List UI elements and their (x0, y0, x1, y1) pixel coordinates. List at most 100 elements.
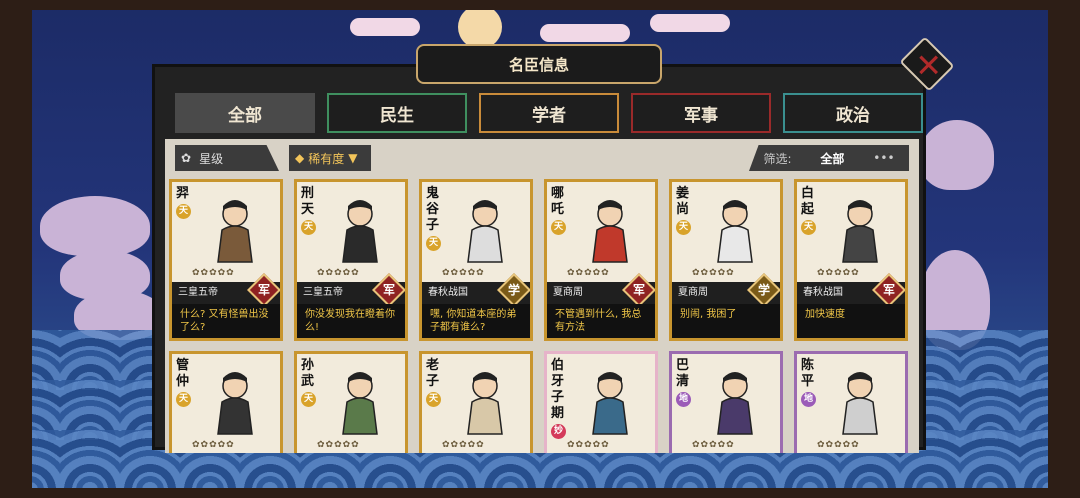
filter-value: 全部 (820, 151, 845, 166)
star-rating: ✿✿✿✿✿ (442, 268, 485, 278)
category-tabs: 全部 民生 学者 军事 政治 (175, 93, 923, 133)
minister-quote: 嘿, 你知道本座的弟子都有谁么? (422, 304, 530, 338)
minister-portrait (342, 200, 378, 263)
tab-livelihood[interactable]: 民生 (327, 93, 467, 133)
minister-name-text: 姜尚 (676, 186, 690, 217)
minister-card[interactable]: 伯牙子期妙 ✿✿✿✿✿ (544, 351, 658, 453)
minister-card[interactable]: 孙武天 ✿✿✿✿✿ (294, 351, 408, 453)
minister-name-text: 陈平 (801, 358, 815, 389)
minister-name: 伯牙子期妙 (551, 358, 567, 439)
star-rating: ✿✿✿✿✿ (817, 440, 860, 450)
floating-island[interactable] (920, 120, 994, 190)
ministers-panel: 全部 民生 学者 军事 政治 ✿ 星级 ◆ 稀有度 ▼ 筛选: 全部 ••• 羿天 ✿✿✿… (152, 64, 926, 453)
minister-quote: 什么? 又有怪兽出没了么? (172, 304, 280, 338)
minister-name-text: 鬼谷子 (426, 186, 440, 233)
minister-name-text: 巴清 (676, 358, 690, 389)
cloud (540, 24, 630, 42)
star-rating: ✿✿✿✿✿ (192, 440, 235, 450)
minister-name: 陈平地 (801, 358, 817, 407)
sort-rarity-button[interactable]: ◆ 稀有度 ▼ (289, 145, 371, 171)
minister-card[interactable]: 陈平地 ✿✿✿✿✿ (794, 351, 908, 453)
type-badge-text: 军 (257, 283, 270, 297)
minister-name-text: 哪吒 (551, 186, 565, 217)
minister-portrait (217, 372, 253, 435)
rank-badge: 天 (301, 220, 316, 235)
star-rating: ✿✿✿✿✿ (442, 440, 485, 450)
tab-politics[interactable]: 政治 (783, 93, 923, 133)
minister-portrait (467, 372, 503, 435)
minister-name: 姜尚天 (676, 186, 692, 235)
tab-scholar[interactable]: 学者 (479, 93, 619, 133)
minister-name: 哪吒天 (551, 186, 567, 235)
minister-portrait (467, 200, 503, 263)
minister-name: 鬼谷子天 (426, 186, 442, 251)
minister-card[interactable]: 巴清地 ✿✿✿✿✿ (669, 351, 783, 453)
star-rating: ✿✿✿✿✿ (567, 268, 610, 278)
sort-rarity-label: 稀有度 (308, 151, 345, 166)
star-rating: ✿✿✿✿✿ (192, 268, 235, 278)
minister-quote: 加快速度 (797, 304, 905, 338)
minister-name-text: 老子 (426, 358, 440, 389)
rank-badge: 地 (676, 392, 691, 407)
rank-badge: 天 (176, 204, 191, 219)
star-rating: ✿✿✿✿✿ (317, 268, 360, 278)
rank-badge: 天 (551, 220, 566, 235)
moon (458, 5, 502, 49)
sort-star-button[interactable]: ✿ 星级 (175, 145, 279, 171)
type-badge-text: 学 (757, 283, 770, 297)
minister-name-text: 管仲 (176, 358, 190, 389)
minister-name-text: 刑天 (301, 186, 315, 217)
chevron-down-icon: ▼ (348, 151, 358, 165)
minister-card[interactable]: 羿天 ✿✿✿✿✿ 三皇五帝 军 什么? 又有怪兽出没了么? (169, 179, 283, 341)
minister-portrait (592, 372, 628, 435)
type-badge-text: 军 (882, 283, 895, 297)
window-title-text: 名臣信息 (508, 55, 569, 74)
minister-portrait (217, 200, 253, 263)
type-badge-text: 军 (632, 283, 645, 297)
minister-portrait (342, 372, 378, 435)
minister-name: 孙武天 (301, 358, 317, 407)
cloud (650, 14, 730, 32)
tab-military[interactable]: 军事 (631, 93, 771, 133)
minister-card[interactable]: 老子天 ✿✿✿✿✿ (419, 351, 533, 453)
sort-star-label: 星级 (199, 151, 224, 166)
close-button[interactable]: ✕ (898, 36, 958, 92)
side-menu-button[interactable]: ◐ (0, 218, 32, 268)
rank-badge: 妙 (551, 424, 566, 439)
minister-card[interactable]: 白起天 ✿✿✿✿✿ 春秋战国 军 加快速度 (794, 179, 908, 341)
star-rating: ✿✿✿✿✿ (567, 440, 610, 450)
rank-badge: 天 (801, 220, 816, 235)
minister-quote: 你没发现我在瞪着你么! (297, 304, 405, 338)
minister-name: 刑天天 (301, 186, 317, 235)
minister-name-text: 孙武 (301, 358, 315, 389)
window-title: 名臣信息 (416, 44, 662, 84)
more-icon[interactable]: ••• (873, 151, 894, 165)
star-rating: ✿✿✿✿✿ (317, 440, 360, 450)
rank-badge: 地 (801, 392, 816, 407)
minister-quote: 别闹, 我困了 (672, 304, 780, 338)
minister-card[interactable]: 哪吒天 ✿✿✿✿✿ 夏商周 军 不管遇到什么, 我总有方法 (544, 179, 658, 341)
minister-card[interactable]: 鬼谷子天 ✿✿✿✿✿ 春秋战国 学 嘿, 你知道本座的弟子都有谁么? (419, 179, 533, 341)
minister-name: 羿天 (176, 186, 192, 219)
minister-portrait (592, 200, 628, 263)
minister-name-text: 羿 (176, 186, 190, 201)
rank-badge: 天 (676, 220, 691, 235)
star-rating: ✿✿✿✿✿ (692, 440, 735, 450)
floating-island[interactable] (40, 196, 150, 256)
type-badge-text: 军 (382, 283, 395, 297)
card-grid: 羿天 ✿✿✿✿✿ 三皇五帝 军 什么? 又有怪兽出没了么? 刑天天 ✿✿✿✿✿ … (169, 179, 908, 453)
tab-all[interactable]: 全部 (175, 93, 315, 133)
rank-badge: 天 (426, 392, 441, 407)
minister-portrait (717, 200, 753, 263)
minister-card[interactable]: 管仲天 ✿✿✿✿✿ (169, 351, 283, 453)
filter-dropdown[interactable]: 筛选: 全部 ••• (749, 145, 909, 171)
minister-card[interactable]: 刑天天 ✿✿✿✿✿ 三皇五帝 军 你没发现我在瞪着你么! (294, 179, 408, 341)
rank-badge: 天 (176, 392, 191, 407)
star-rating: ✿✿✿✿✿ (817, 268, 860, 278)
star-icon: ✿ (181, 151, 192, 165)
minister-name: 巴清地 (676, 358, 692, 407)
card-area: ✿ 星级 ◆ 稀有度 ▼ 筛选: 全部 ••• 羿天 ✿✿✿✿✿ 三皇五帝 军 什么? 又… (165, 139, 919, 453)
minister-card[interactable]: 姜尚天 ✿✿✿✿✿ 夏商周 学 别闹, 我困了 (669, 179, 783, 341)
star-rating: ✿✿✿✿✿ (692, 268, 735, 278)
minister-name: 老子天 (426, 358, 442, 407)
